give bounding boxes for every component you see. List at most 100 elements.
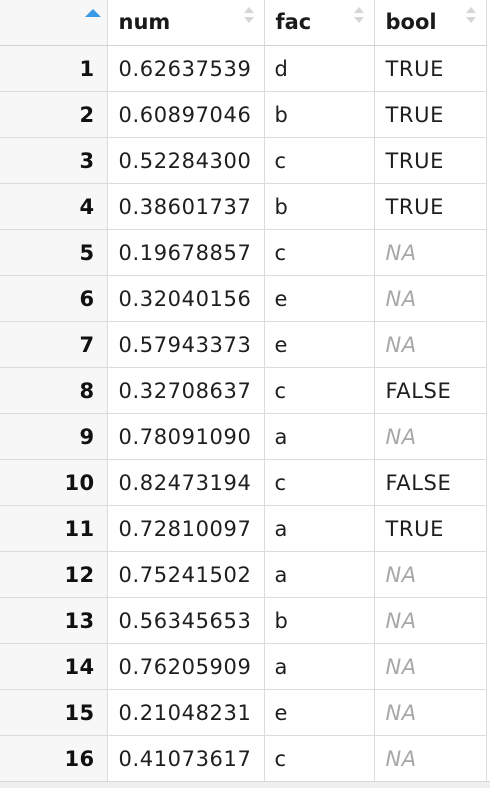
row-index-cell: 3 — [0, 137, 108, 184]
na-value: NA — [385, 286, 417, 311]
bool-value: TRUE — [385, 56, 444, 81]
fac-cell: b — [264, 183, 375, 230]
bool-cell: NA — [374, 551, 487, 598]
fac-cell: a — [264, 505, 375, 552]
bool-cell: NA — [374, 229, 487, 276]
table-row: 10 0.82473194 c FALSE — [0, 459, 487, 506]
table-row: 8 0.32708637 c FALSE — [0, 367, 487, 414]
data-viewer: num fac bool 1 0.62637539 d TRUE 2 0.608… — [0, 0, 490, 788]
num-cell: 0.19678857 — [107, 229, 265, 276]
num-cell: 0.38601737 — [107, 183, 265, 230]
na-value: NA — [385, 240, 417, 265]
fac-cell: d — [264, 45, 375, 92]
bool-cell: NA — [374, 597, 487, 644]
table-row: 16 0.41073617 c NA — [0, 735, 487, 782]
na-value: NA — [385, 332, 417, 357]
num-cell: 0.60897046 — [107, 91, 265, 138]
bool-value: TRUE — [385, 102, 444, 127]
bool-cell: NA — [374, 643, 487, 690]
bool-cell: NA — [374, 735, 487, 782]
row-index-cell: 14 — [0, 643, 108, 690]
bool-cell: TRUE — [374, 505, 487, 552]
table-row: 3 0.52284300 c TRUE — [0, 137, 487, 184]
bool-cell: TRUE — [374, 183, 487, 230]
bool-value: TRUE — [385, 148, 444, 173]
sort-ascending-icon — [84, 9, 101, 17]
num-cell: 0.57943373 — [107, 321, 265, 368]
row-index-cell: 1 — [0, 45, 108, 92]
fac-cell: c — [264, 735, 375, 782]
num-cell: 0.21048231 — [107, 689, 265, 736]
fac-cell: a — [264, 643, 375, 690]
bool-cell: NA — [374, 689, 487, 736]
bool-value: TRUE — [385, 194, 444, 219]
fac-cell: e — [264, 275, 375, 322]
fac-cell: a — [264, 413, 375, 460]
bool-cell: NA — [374, 321, 487, 368]
table-row: 15 0.21048231 e NA — [0, 689, 487, 736]
na-value: NA — [385, 608, 417, 633]
data-table: num fac bool 1 0.62637539 d TRUE 2 0.608… — [0, 0, 487, 782]
fac-cell: e — [264, 321, 375, 368]
header-row: num fac bool — [0, 0, 487, 46]
num-cell: 0.41073617 — [107, 735, 265, 782]
table-header: num fac bool — [0, 0, 487, 46]
table-body: 1 0.62637539 d TRUE 2 0.60897046 b TRUE 3 0.52284… — [0, 45, 487, 782]
table-row: 1 0.62637539 d TRUE — [0, 45, 487, 92]
bool-cell: FALSE — [374, 367, 487, 414]
num-cell: 0.82473194 — [107, 459, 265, 506]
table-row: 4 0.38601737 b TRUE — [0, 183, 487, 230]
na-value: NA — [385, 424, 417, 449]
table-row: 13 0.56345653 b NA — [0, 597, 487, 644]
bool-cell: TRUE — [374, 91, 487, 138]
fac-cell: c — [264, 367, 375, 414]
row-index-cell: 4 — [0, 183, 108, 230]
table-row: 2 0.60897046 b TRUE — [0, 91, 487, 138]
num-cell: 0.52284300 — [107, 137, 265, 184]
row-index-cell: 9 — [0, 413, 108, 460]
num-cell: 0.72810097 — [107, 505, 265, 552]
fac-cell: b — [264, 597, 375, 644]
na-value: NA — [385, 700, 417, 725]
na-value: NA — [385, 746, 417, 771]
num-cell: 0.32708637 — [107, 367, 265, 414]
table-row: 7 0.57943373 e NA — [0, 321, 487, 368]
fac-cell: a — [264, 551, 375, 598]
table-row: 11 0.72810097 a TRUE — [0, 505, 487, 552]
row-index-cell: 5 — [0, 229, 108, 276]
row-index-cell: 7 — [0, 321, 108, 368]
num-cell: 0.62637539 — [107, 45, 265, 92]
row-index-cell: 2 — [0, 91, 108, 138]
table-row: 6 0.32040156 e NA — [0, 275, 487, 322]
table-row: 9 0.78091090 a NA — [0, 413, 487, 460]
column-header-num[interactable]: num — [107, 0, 265, 46]
na-value: NA — [385, 562, 417, 587]
num-cell: 0.56345653 — [107, 597, 265, 644]
fac-cell: b — [264, 91, 375, 138]
column-header-fac[interactable]: fac — [264, 0, 375, 46]
row-index-cell: 13 — [0, 597, 108, 644]
column-header-index[interactable] — [0, 0, 108, 46]
bool-cell: NA — [374, 413, 487, 460]
num-cell: 0.76205909 — [107, 643, 265, 690]
bool-cell: NA — [374, 275, 487, 322]
column-header-bool[interactable]: bool — [374, 0, 487, 46]
horizontal-scrollbar[interactable] — [0, 781, 490, 788]
bool-cell: FALSE — [374, 459, 487, 506]
row-index-cell: 10 — [0, 459, 108, 506]
bool-value: FALSE — [385, 470, 452, 495]
na-value: NA — [385, 654, 417, 679]
row-index-cell: 15 — [0, 689, 108, 736]
fac-cell: c — [264, 229, 375, 276]
table-row: 12 0.75241502 a NA — [0, 551, 487, 598]
num-cell: 0.78091090 — [107, 413, 265, 460]
fac-cell: c — [264, 459, 375, 506]
num-cell: 0.32040156 — [107, 275, 265, 322]
fac-cell: e — [264, 689, 375, 736]
bool-cell: TRUE — [374, 137, 487, 184]
row-index-cell: 6 — [0, 275, 108, 322]
column-header-label: num — [118, 10, 171, 34]
table-row: 5 0.19678857 c NA — [0, 229, 487, 276]
row-index-cell: 8 — [0, 367, 108, 414]
row-index-cell: 12 — [0, 551, 108, 598]
